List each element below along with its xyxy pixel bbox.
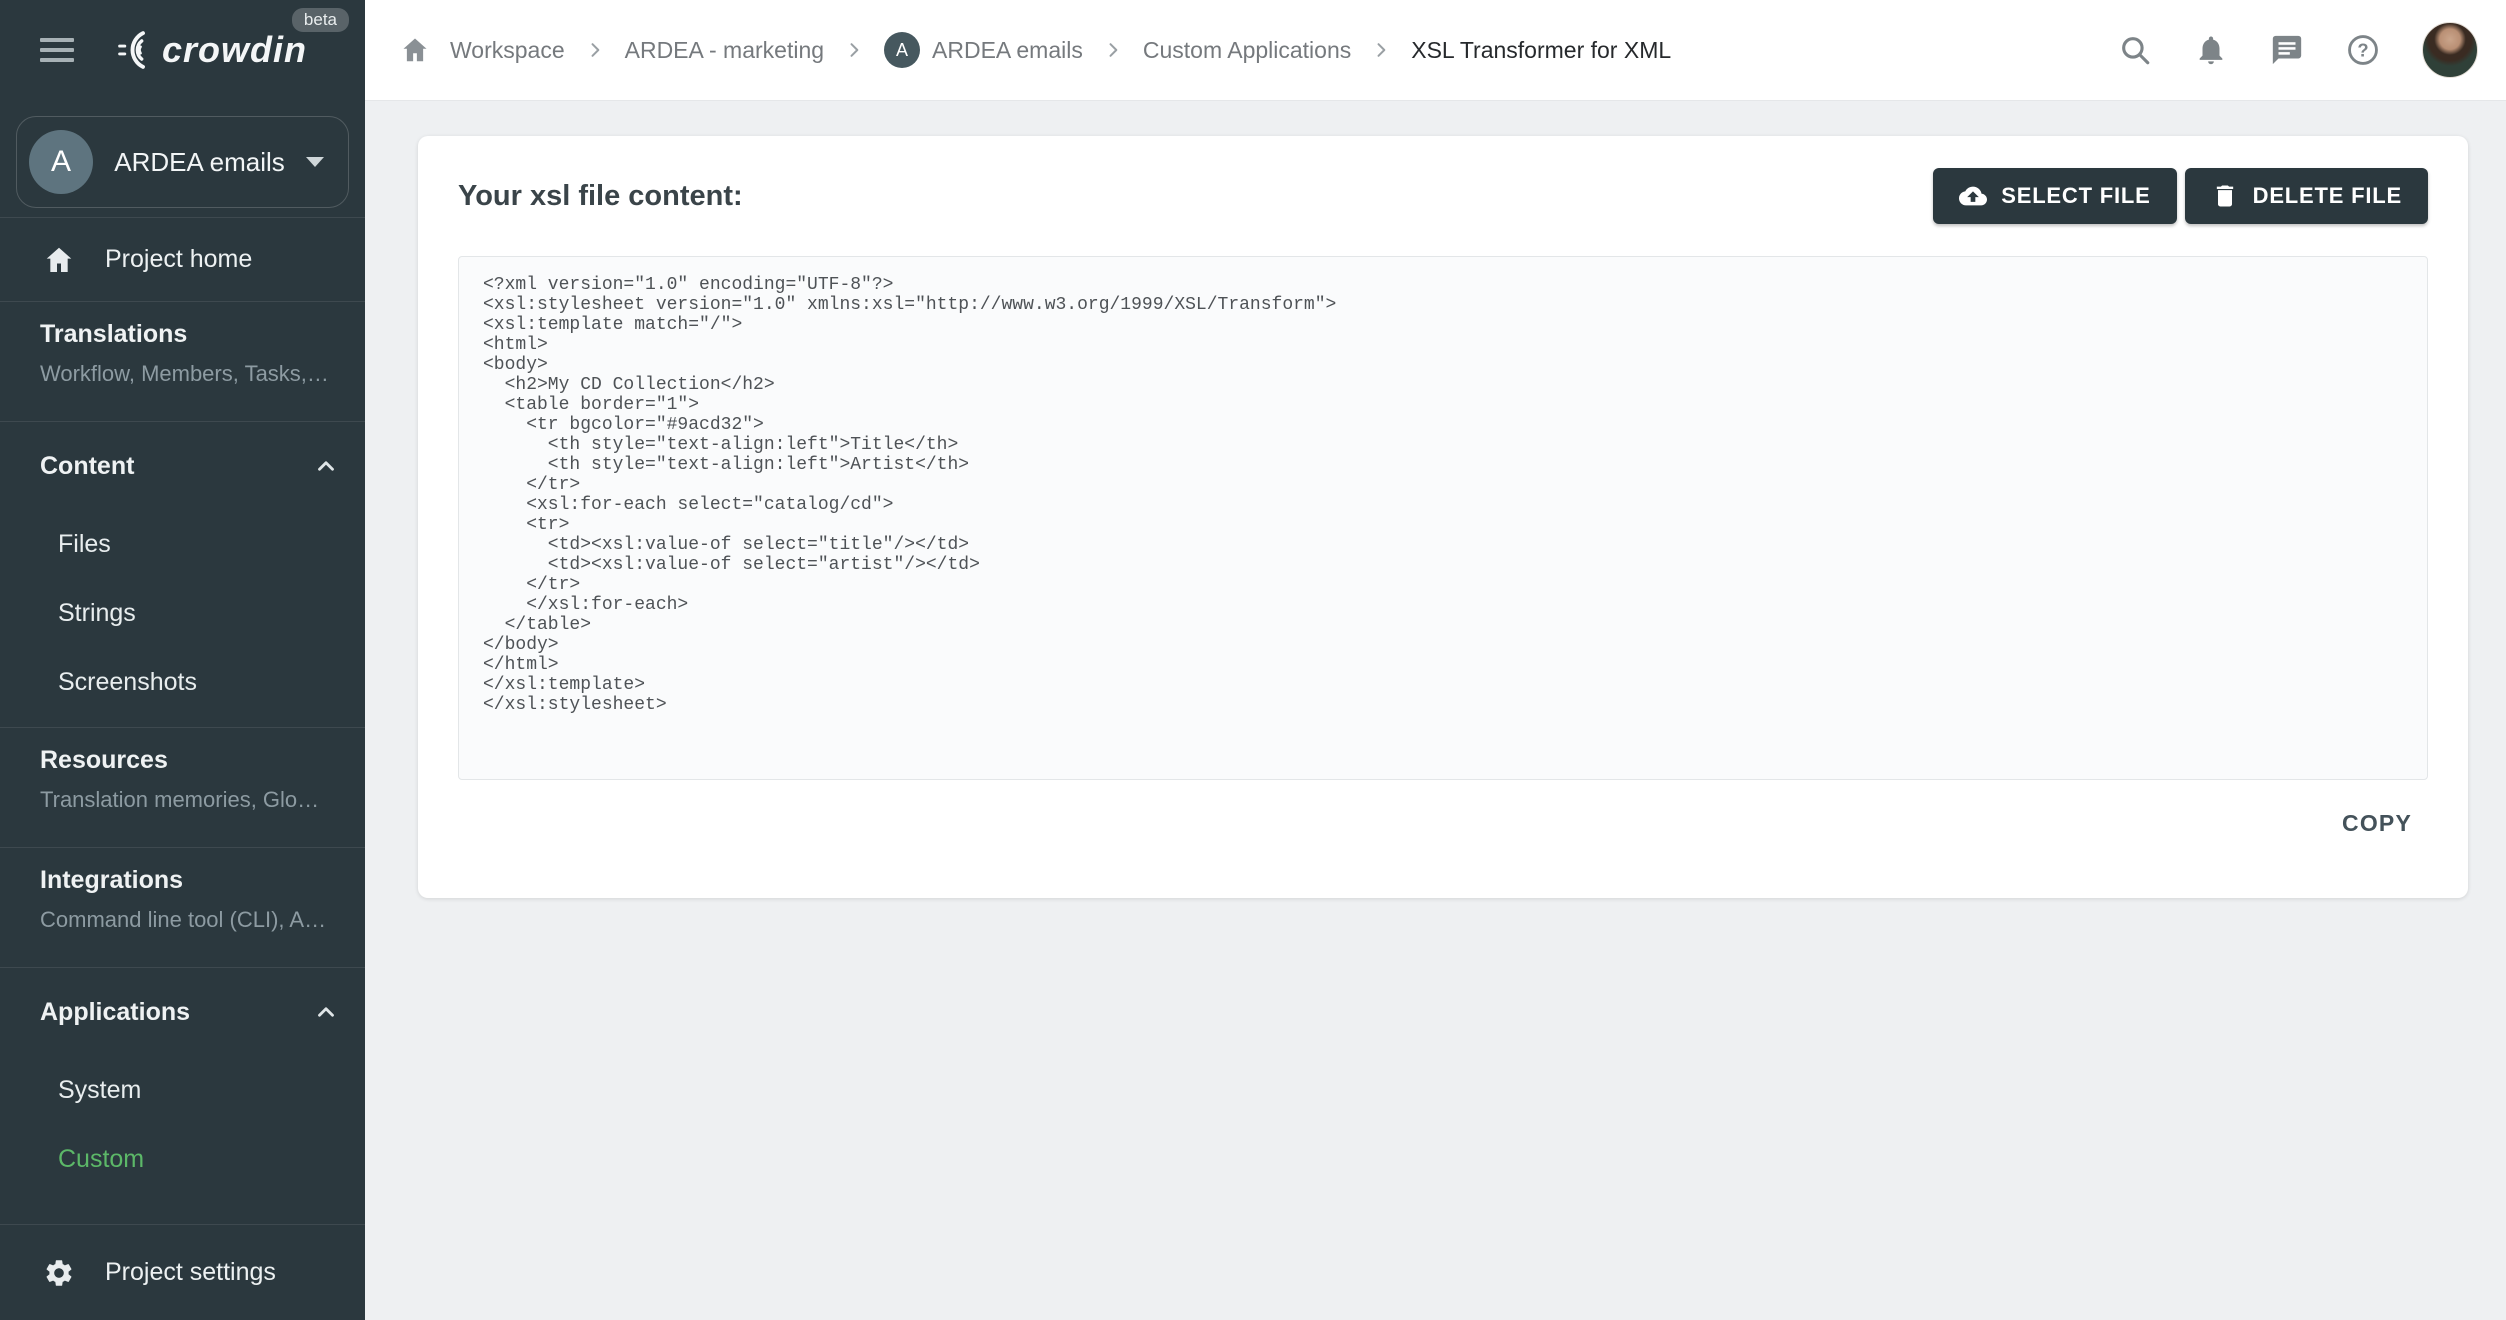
home-icon <box>46 247 72 272</box>
sidebar: crowdin beta A ARDEA emails Project home… <box>0 0 365 1320</box>
home-icon[interactable] <box>400 35 430 65</box>
crowdin-logo[interactable]: crowdin <box>104 29 307 71</box>
card-footer: COPY <box>458 780 2428 837</box>
cloud-upload-icon <box>1959 186 1988 206</box>
breadcrumb-group[interactable]: ARDEA - marketing <box>625 37 824 64</box>
chevron-right-icon <box>1109 43 1118 57</box>
svg-text:?: ? <box>2357 39 2368 60</box>
help-icon[interactable]: ? <box>2346 33 2380 67</box>
copy-button[interactable]: COPY <box>2342 810 2412 837</box>
card-header: Your xsl file content: SELECT FILE DELET… <box>458 136 2428 224</box>
select-file-label: SELECT FILE <box>2001 183 2151 208</box>
sidebar-item-project-settings[interactable]: Project settings <box>0 1224 365 1320</box>
chevron-right-icon <box>850 43 859 57</box>
sidebar-item-integrations[interactable]: Integrations Command line tool (CLI), AP… <box>0 848 365 967</box>
sidebar-item-label: Project settings <box>105 1258 276 1286</box>
xsl-code-viewer[interactable]: <?xml version="1.0" encoding="UTF-8"?> <… <box>458 256 2428 780</box>
sidebar-item-applications[interactable]: Applications <box>0 968 365 1056</box>
topbar-actions: ? <box>2118 22 2478 78</box>
sidebar-item-resources[interactable]: Resources Translation memories, Glossari… <box>0 728 365 847</box>
breadcrumb: Workspace ARDEA - marketing A ARDEA emai… <box>400 32 2118 68</box>
section-subtitle: Command line tool (CLI), API, A… <box>40 907 330 932</box>
gear-icon <box>46 1259 72 1286</box>
sidebar-item-project-home[interactable]: Project home <box>0 218 365 301</box>
user-avatar[interactable] <box>2422 22 2478 78</box>
delete-file-label: DELETE FILE <box>2252 183 2402 208</box>
sidebar-header: crowdin beta <box>0 0 365 100</box>
chevron-up-icon <box>318 1007 334 1017</box>
sidebar-item-screenshots[interactable]: Screenshots <box>0 648 365 717</box>
breadcrumb-custom-applications[interactable]: Custom Applications <box>1143 37 1351 64</box>
section-title: Translations <box>40 320 188 348</box>
section-title: Applications <box>40 997 191 1026</box>
delete-file-button[interactable]: DELETE FILE <box>2184 168 2428 224</box>
crowdin-logo-icon <box>118 31 145 69</box>
chevron-down-icon <box>306 157 324 167</box>
main-content: Your xsl file content: SELECT FILE DELET… <box>365 101 2506 1320</box>
section-subtitle: Translation memories, Glossari… <box>40 787 330 812</box>
breadcrumb-current-page: XSL Transformer for XML <box>1411 36 1672 63</box>
project-name: ARDEA emails <box>114 146 285 177</box>
page-title: Your xsl file content: <box>458 179 743 212</box>
chevron-right-icon <box>1377 43 1386 57</box>
xsl-file-card: Your xsl file content: SELECT FILE DELET… <box>418 136 2468 898</box>
top-bar: Workspace ARDEA - marketing A ARDEA emai… <box>365 0 2506 101</box>
section-title: Content <box>40 451 135 480</box>
search-icon[interactable] <box>2118 33 2152 67</box>
chevron-up-icon <box>318 461 334 471</box>
sidebar-group-applications: Applications System Custom <box>0 968 365 1204</box>
chevron-right-icon <box>591 43 599 57</box>
section-title: Integrations <box>40 866 184 894</box>
beta-badge: beta <box>291 8 349 32</box>
sidebar-item-files[interactable]: Files <box>0 510 365 579</box>
chat-icon[interactable] <box>2270 33 2304 67</box>
file-actions: SELECT FILE DELETE FILE <box>1933 168 2428 224</box>
section-title: Resources <box>40 746 168 774</box>
sidebar-item-label: Project home <box>105 245 253 273</box>
logo-text: crowdin <box>162 29 308 70</box>
breadcrumb-project[interactable]: A ARDEA emails <box>884 32 1083 68</box>
xsl-code-content: <?xml version="1.0" encoding="UTF-8"?> <… <box>483 275 1337 715</box>
sidebar-item-custom[interactable]: Custom <box>0 1125 365 1194</box>
bell-icon[interactable] <box>2194 33 2228 67</box>
sidebar-item-content[interactable]: Content <box>0 422 365 510</box>
breadcrumb-workspace[interactable]: Workspace <box>450 37 565 64</box>
breadcrumb-project-label: ARDEA emails <box>932 36 1083 63</box>
sidebar-item-strings[interactable]: Strings <box>0 579 365 648</box>
sidebar-item-system[interactable]: System <box>0 1056 365 1125</box>
select-file-button[interactable]: SELECT FILE <box>1933 168 2177 224</box>
project-selector[interactable]: A ARDEA emails <box>16 116 349 208</box>
trash-icon <box>2216 185 2233 207</box>
project-avatar: A <box>884 32 921 68</box>
project-avatar: A <box>29 130 93 194</box>
sidebar-group-content: Content Files Strings Screenshots <box>0 422 365 727</box>
menu-icon[interactable] <box>40 38 74 62</box>
sidebar-item-translations[interactable]: Translations Workflow, Members, Tasks, A… <box>0 302 365 421</box>
section-subtitle: Workflow, Members, Tasks, Act… <box>40 361 330 386</box>
